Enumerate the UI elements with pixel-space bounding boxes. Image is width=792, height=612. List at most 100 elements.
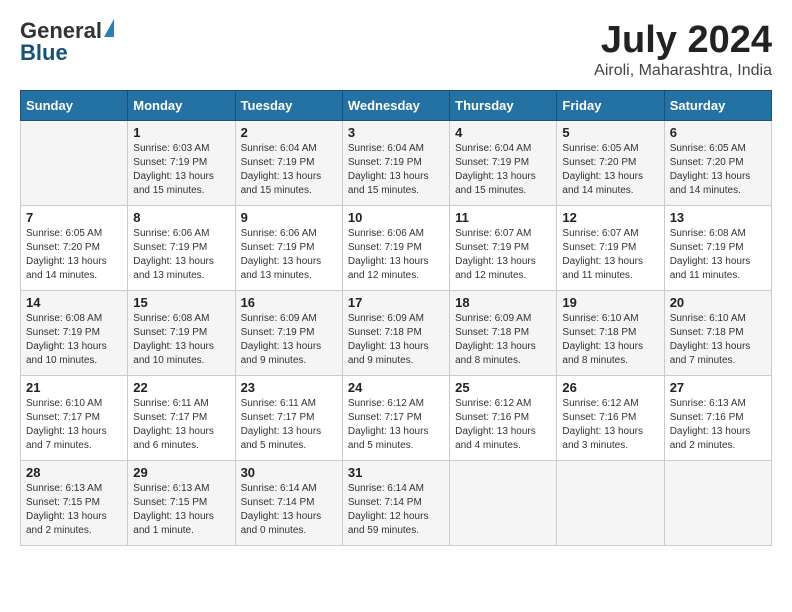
calendar-cell: 8 Sunrise: 6:06 AMSunset: 7:19 PMDaylight… — [128, 205, 235, 290]
day-number: 4 — [455, 125, 551, 140]
calendar-cell — [557, 460, 664, 545]
logo-arrow-icon — [104, 19, 114, 37]
header-day: Monday — [128, 90, 235, 120]
day-number: 3 — [348, 125, 444, 140]
calendar-week-row: 7 Sunrise: 6:05 AMSunset: 7:20 PMDaylight… — [21, 205, 772, 290]
day-number: 30 — [241, 465, 337, 480]
day-info: Sunrise: 6:07 AMSunset: 7:19 PMDaylight:… — [562, 227, 658, 283]
day-info: Sunrise: 6:03 AMSunset: 7:19 PMDaylight:… — [133, 142, 229, 198]
calendar-header: SundayMondayTuesdayWednesdayThursdayFrid… — [21, 90, 772, 120]
day-number: 17 — [348, 295, 444, 310]
day-info: Sunrise: 6:05 AMSunset: 7:20 PMDaylight:… — [562, 142, 658, 198]
calendar-cell: 12 Sunrise: 6:07 AMSunset: 7:19 PMDayligh… — [557, 205, 664, 290]
day-info: Sunrise: 6:10 AMSunset: 7:18 PMDaylight:… — [562, 312, 658, 368]
page-header: General Blue July 2024 Airoli, Maharasht… — [20, 20, 772, 80]
header-day: Sunday — [21, 90, 128, 120]
header-row: SundayMondayTuesdayWednesdayThursdayFrid… — [21, 90, 772, 120]
logo: General Blue — [20, 20, 114, 64]
header-day: Tuesday — [235, 90, 342, 120]
calendar-week-row: 1Sunrise: 6:03 AMSunset: 7:19 PMDaylight… — [21, 120, 772, 205]
day-number: 14 — [26, 295, 122, 310]
day-number: 25 — [455, 380, 551, 395]
calendar-week-row: 14 Sunrise: 6:08 AMSunset: 7:19 PMDayligh… — [21, 290, 772, 375]
day-info: Sunrise: 6:09 AMSunset: 7:18 PMDaylight:… — [348, 312, 444, 368]
day-number: 20 — [670, 295, 766, 310]
calendar-cell: 23 Sunrise: 6:11 AMSunset: 7:17 PMDayligh… — [235, 375, 342, 460]
day-number: 28 — [26, 465, 122, 480]
calendar-week-row: 21Sunrise: 6:10 AMSunset: 7:17 PMDayligh… — [21, 375, 772, 460]
calendar-cell: 20 Sunrise: 6:10 AMSunset: 7:18 PMDayligh… — [664, 290, 771, 375]
calendar-cell: 7 Sunrise: 6:05 AMSunset: 7:20 PMDaylight… — [21, 205, 128, 290]
logo-general-text: General — [20, 20, 102, 42]
day-info: Sunrise: 6:12 AMSunset: 7:16 PMDaylight:… — [562, 397, 658, 453]
calendar-cell: 28 Sunrise: 6:13 AMSunset: 7:15 PMDayligh… — [21, 460, 128, 545]
day-info: Sunrise: 6:13 AMSunset: 7:15 PMDaylight:… — [133, 482, 229, 538]
day-info: Sunrise: 6:04 AMSunset: 7:19 PMDaylight:… — [241, 142, 337, 198]
day-info: Sunrise: 6:11 AMSunset: 7:17 PMDaylight:… — [133, 397, 229, 453]
calendar-cell: 31Sunrise: 6:14 AMSunset: 7:14 PMDayligh… — [342, 460, 449, 545]
day-info: Sunrise: 6:08 AMSunset: 7:19 PMDaylight:… — [26, 312, 122, 368]
logo-blue-text: Blue — [20, 42, 68, 64]
day-info: Sunrise: 6:05 AMSunset: 7:20 PMDaylight:… — [26, 227, 122, 283]
header-day: Saturday — [664, 90, 771, 120]
day-number: 10 — [348, 210, 444, 225]
day-number: 19 — [562, 295, 658, 310]
day-number: 12 — [562, 210, 658, 225]
header-day: Friday — [557, 90, 664, 120]
day-number: 8 — [133, 210, 229, 225]
calendar-cell: 6 Sunrise: 6:05 AMSunset: 7:20 PMDaylight… — [664, 120, 771, 205]
calendar-cell: 19 Sunrise: 6:10 AMSunset: 7:18 PMDayligh… — [557, 290, 664, 375]
day-info: Sunrise: 6:13 AMSunset: 7:15 PMDaylight:… — [26, 482, 122, 538]
calendar-cell: 26 Sunrise: 6:12 AMSunset: 7:16 PMDayligh… — [557, 375, 664, 460]
day-number: 6 — [670, 125, 766, 140]
day-number: 27 — [670, 380, 766, 395]
day-number: 29 — [133, 465, 229, 480]
calendar-cell: 18 Sunrise: 6:09 AMSunset: 7:18 PMDayligh… — [450, 290, 557, 375]
month-title: July 2024 — [594, 20, 772, 62]
day-info: Sunrise: 6:12 AMSunset: 7:17 PMDaylight:… — [348, 397, 444, 453]
day-number: 24 — [348, 380, 444, 395]
calendar-cell: 10 Sunrise: 6:06 AMSunset: 7:19 PMDayligh… — [342, 205, 449, 290]
day-number: 22 — [133, 380, 229, 395]
calendar-body: 1Sunrise: 6:03 AMSunset: 7:19 PMDaylight… — [21, 120, 772, 545]
day-number: 2 — [241, 125, 337, 140]
day-number: 9 — [241, 210, 337, 225]
calendar-cell — [21, 120, 128, 205]
day-info: Sunrise: 6:07 AMSunset: 7:19 PMDaylight:… — [455, 227, 551, 283]
day-info: Sunrise: 6:05 AMSunset: 7:20 PMDaylight:… — [670, 142, 766, 198]
day-number: 11 — [455, 210, 551, 225]
day-info: Sunrise: 6:08 AMSunset: 7:19 PMDaylight:… — [133, 312, 229, 368]
day-info: Sunrise: 6:14 AMSunset: 7:14 PMDaylight:… — [348, 482, 444, 538]
day-number: 26 — [562, 380, 658, 395]
day-number: 7 — [26, 210, 122, 225]
day-info: Sunrise: 6:13 AMSunset: 7:16 PMDaylight:… — [670, 397, 766, 453]
day-info: Sunrise: 6:06 AMSunset: 7:19 PMDaylight:… — [133, 227, 229, 283]
calendar-cell: 16Sunrise: 6:09 AMSunset: 7:19 PMDayligh… — [235, 290, 342, 375]
calendar-cell — [664, 460, 771, 545]
calendar-cell — [450, 460, 557, 545]
day-number: 23 — [241, 380, 337, 395]
calendar-cell: 3Sunrise: 6:04 AMSunset: 7:19 PMDaylight… — [342, 120, 449, 205]
day-info: Sunrise: 6:12 AMSunset: 7:16 PMDaylight:… — [455, 397, 551, 453]
calendar-cell: 29 Sunrise: 6:13 AMSunset: 7:15 PMDayligh… — [128, 460, 235, 545]
location-text: Airoli, Maharashtra, India — [594, 62, 772, 80]
calendar-cell: 13Sunrise: 6:08 AMSunset: 7:19 PMDayligh… — [664, 205, 771, 290]
calendar-cell: 4Sunrise: 6:04 AMSunset: 7:19 PMDaylight… — [450, 120, 557, 205]
title-block: July 2024 Airoli, Maharashtra, India — [594, 20, 772, 80]
day-info: Sunrise: 6:11 AMSunset: 7:17 PMDaylight:… — [241, 397, 337, 453]
header-day: Thursday — [450, 90, 557, 120]
calendar-cell: 1Sunrise: 6:03 AMSunset: 7:19 PMDaylight… — [128, 120, 235, 205]
day-info: Sunrise: 6:08 AMSunset: 7:19 PMDaylight:… — [670, 227, 766, 283]
header-day: Wednesday — [342, 90, 449, 120]
day-info: Sunrise: 6:09 AMSunset: 7:19 PMDaylight:… — [241, 312, 337, 368]
calendar-cell: 25 Sunrise: 6:12 AMSunset: 7:16 PMDayligh… — [450, 375, 557, 460]
calendar-cell: 30 Sunrise: 6:14 AMSunset: 7:14 PMDayligh… — [235, 460, 342, 545]
day-info: Sunrise: 6:10 AMSunset: 7:18 PMDaylight:… — [670, 312, 766, 368]
day-info: Sunrise: 6:06 AMSunset: 7:19 PMDaylight:… — [348, 227, 444, 283]
day-info: Sunrise: 6:14 AMSunset: 7:14 PMDaylight:… — [241, 482, 337, 538]
day-info: Sunrise: 6:09 AMSunset: 7:18 PMDaylight:… — [455, 312, 551, 368]
calendar-cell: 15Sunrise: 6:08 AMSunset: 7:19 PMDayligh… — [128, 290, 235, 375]
day-number: 18 — [455, 295, 551, 310]
calendar-cell: 27 Sunrise: 6:13 AMSunset: 7:16 PMDayligh… — [664, 375, 771, 460]
calendar-cell: 14 Sunrise: 6:08 AMSunset: 7:19 PMDayligh… — [21, 290, 128, 375]
